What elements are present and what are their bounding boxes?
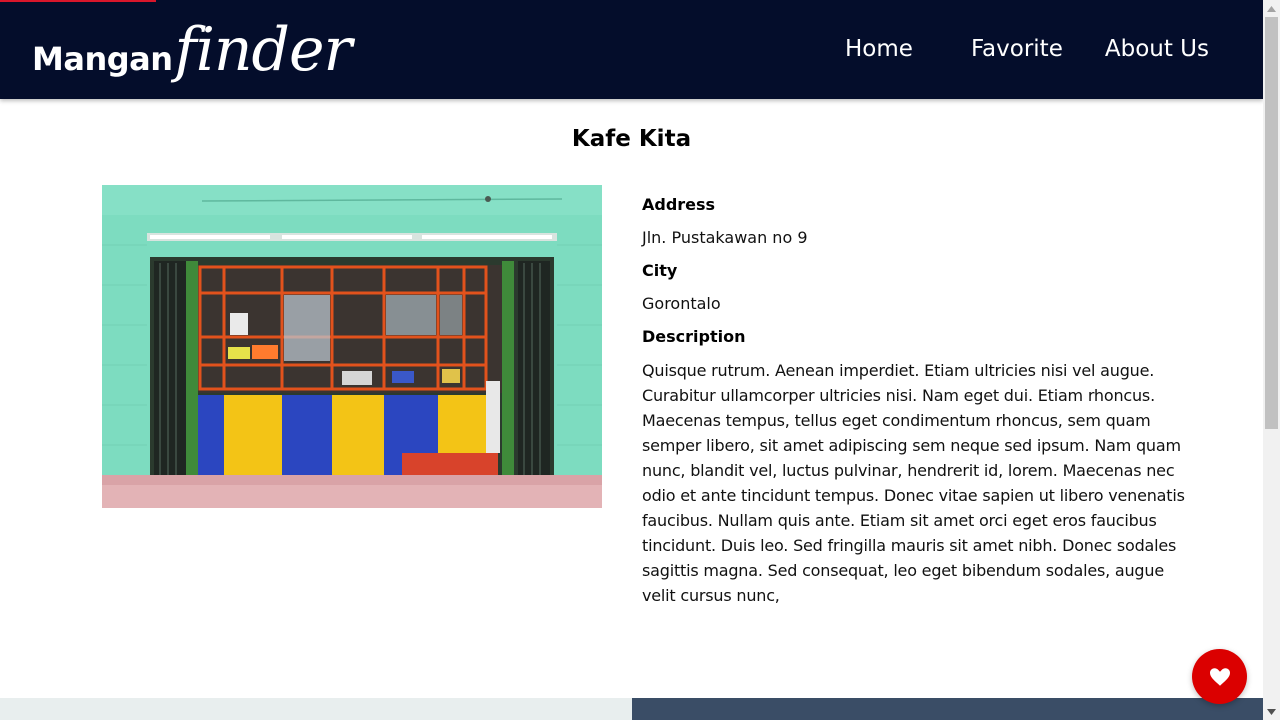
description-text: Quisque rutrum. Aenean imperdiet. Etiam … (642, 361, 1185, 605)
page: Mangan finder Home Favorite About Us Kaf… (0, 0, 1280, 720)
nav-link-home[interactable]: Home (845, 38, 913, 61)
scroll-up-arrow-icon[interactable] (1263, 0, 1280, 17)
footer-section-left (0, 698, 632, 720)
app-header: Mangan finder Home Favorite About Us (0, 0, 1263, 99)
favorite-button[interactable] (1192, 649, 1247, 704)
description-label: Description (642, 327, 746, 346)
brand-logo-part2: finder (174, 15, 353, 85)
scroll-down-arrow-icon[interactable] (1263, 703, 1280, 720)
main-nav: Home Favorite About Us (803, 0, 1209, 99)
restaurant-info: Address Jln. Pustakawan no 9 City Goront… (642, 194, 1190, 608)
loading-indicator (0, 0, 156, 2)
nav-link-about-us[interactable]: About Us (1105, 38, 1209, 61)
address-label: Address (642, 195, 716, 214)
page-scrollbar[interactable] (1263, 0, 1280, 720)
heart-icon (1209, 667, 1230, 686)
restaurant-photo (102, 185, 602, 508)
restaurant-name: Kafe Kita (571, 126, 692, 152)
scroll-thumb[interactable] (1265, 17, 1278, 429)
address-value: Jln. Pustakawan no 9 (642, 228, 808, 247)
brand-logo[interactable]: Mangan finder (32, 14, 353, 94)
nav-link-favorite[interactable]: Favorite (971, 38, 1063, 61)
brand-logo-part1: Mangan (32, 40, 173, 78)
viewport: Mangan finder Home Favorite About Us Kaf… (0, 0, 1263, 720)
footer-section-right (632, 698, 1263, 720)
city-label: City (642, 261, 678, 280)
city-value: Gorontalo (642, 294, 721, 313)
